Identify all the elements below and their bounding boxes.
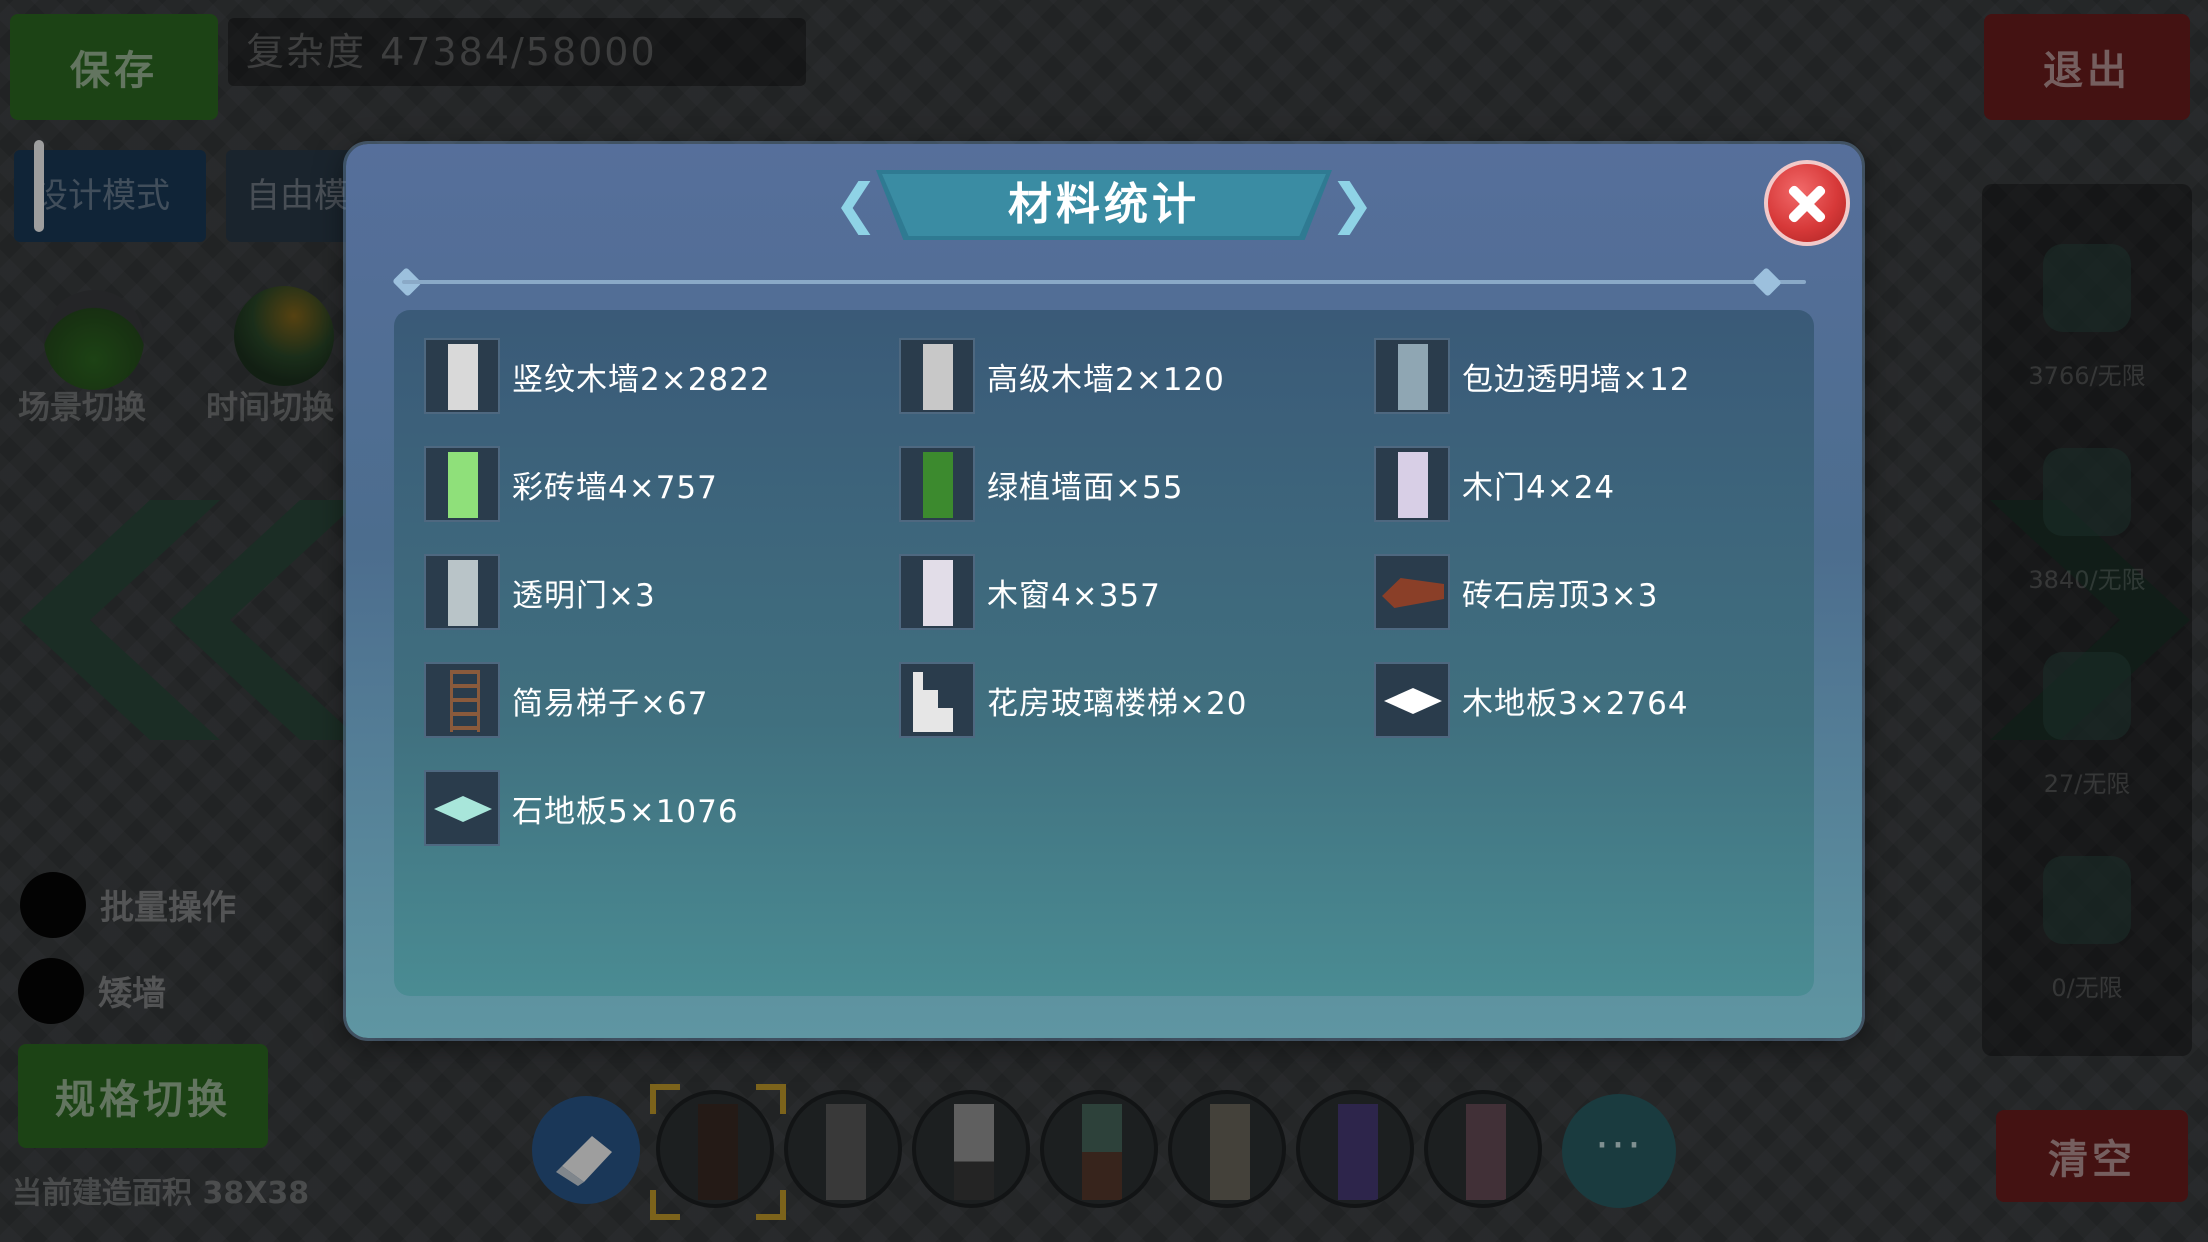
material-item: 木窗4×357: [899, 552, 1161, 632]
material-label: 简易梯子×67: [512, 685, 709, 722]
vertical-wood-wall-icon: [424, 338, 500, 414]
premium-wood-wall-icon: [899, 338, 975, 414]
material-label: 绿植墙面×55: [987, 469, 1184, 506]
material-label: 透明门×3: [512, 577, 656, 614]
material-item: 竖纹木墙2×2822: [424, 336, 771, 416]
material-item: 花房玻璃楼梯×20: [899, 660, 1247, 740]
material-label: 木窗4×357: [987, 577, 1161, 614]
green-plant-wall-icon: [899, 446, 975, 522]
dialog-title: 材料统计: [1008, 179, 1200, 230]
material-item: 木地板3×2764: [1374, 660, 1689, 740]
materials-list: 竖纹木墙2×2822 高级木墙2×120 包边透明墙×12 彩砖墙4×757 绿植墙面×…: [394, 310, 1814, 996]
title-ornament-right-icon: ❯: [1329, 172, 1375, 235]
material-item: 包边透明墙×12: [1374, 336, 1690, 416]
simple-ladder-icon: [424, 662, 500, 738]
material-item: 简易梯子×67: [424, 660, 708, 740]
material-label: 竖纹木墙2×2822: [512, 361, 771, 398]
material-item: 透明门×3: [424, 552, 656, 632]
stone-floor-icon: [424, 770, 500, 846]
material-item: 彩砖墙4×757: [424, 444, 718, 524]
wood-floor-icon: [1374, 662, 1450, 738]
material-label: 石地板5×1076: [512, 793, 739, 830]
material-item: 绿植墙面×55: [899, 444, 1183, 524]
divider-ornament-icon: [1752, 267, 1782, 297]
edged-glass-wall-icon: [1374, 338, 1450, 414]
material-stats-dialog: ❮ 材料统计 ❯ 竖纹木墙2×2822 高级木墙2×120 包边透明墙×12 彩砖墙4…: [346, 144, 1862, 1038]
material-label: 砖石房顶3×3: [1462, 577, 1659, 614]
material-label: 彩砖墙4×757: [512, 469, 718, 506]
color-brick-wall-icon: [424, 446, 500, 522]
material-item: 高级木墙2×120: [899, 336, 1225, 416]
material-item: 砖石房顶3×3: [1374, 552, 1658, 632]
title-divider: [402, 280, 1806, 284]
greenhouse-glass-stairs-icon: [899, 662, 975, 738]
material-label: 包边透明墙×12: [1462, 361, 1691, 398]
material-label: 木门4×24: [1462, 469, 1616, 506]
material-item: 石地板5×1076: [424, 768, 739, 848]
material-label: 木地板3×2764: [1462, 685, 1689, 722]
material-item: 木门4×24: [1374, 444, 1615, 524]
wood-window-icon: [899, 554, 975, 630]
brick-roof-icon: [1374, 554, 1450, 630]
material-label: 花房玻璃楼梯×20: [987, 685, 1248, 722]
close-button[interactable]: [1764, 160, 1850, 246]
glass-door-icon: [424, 554, 500, 630]
material-label: 高级木墙2×120: [987, 361, 1225, 398]
wood-door-icon: [1374, 446, 1450, 522]
